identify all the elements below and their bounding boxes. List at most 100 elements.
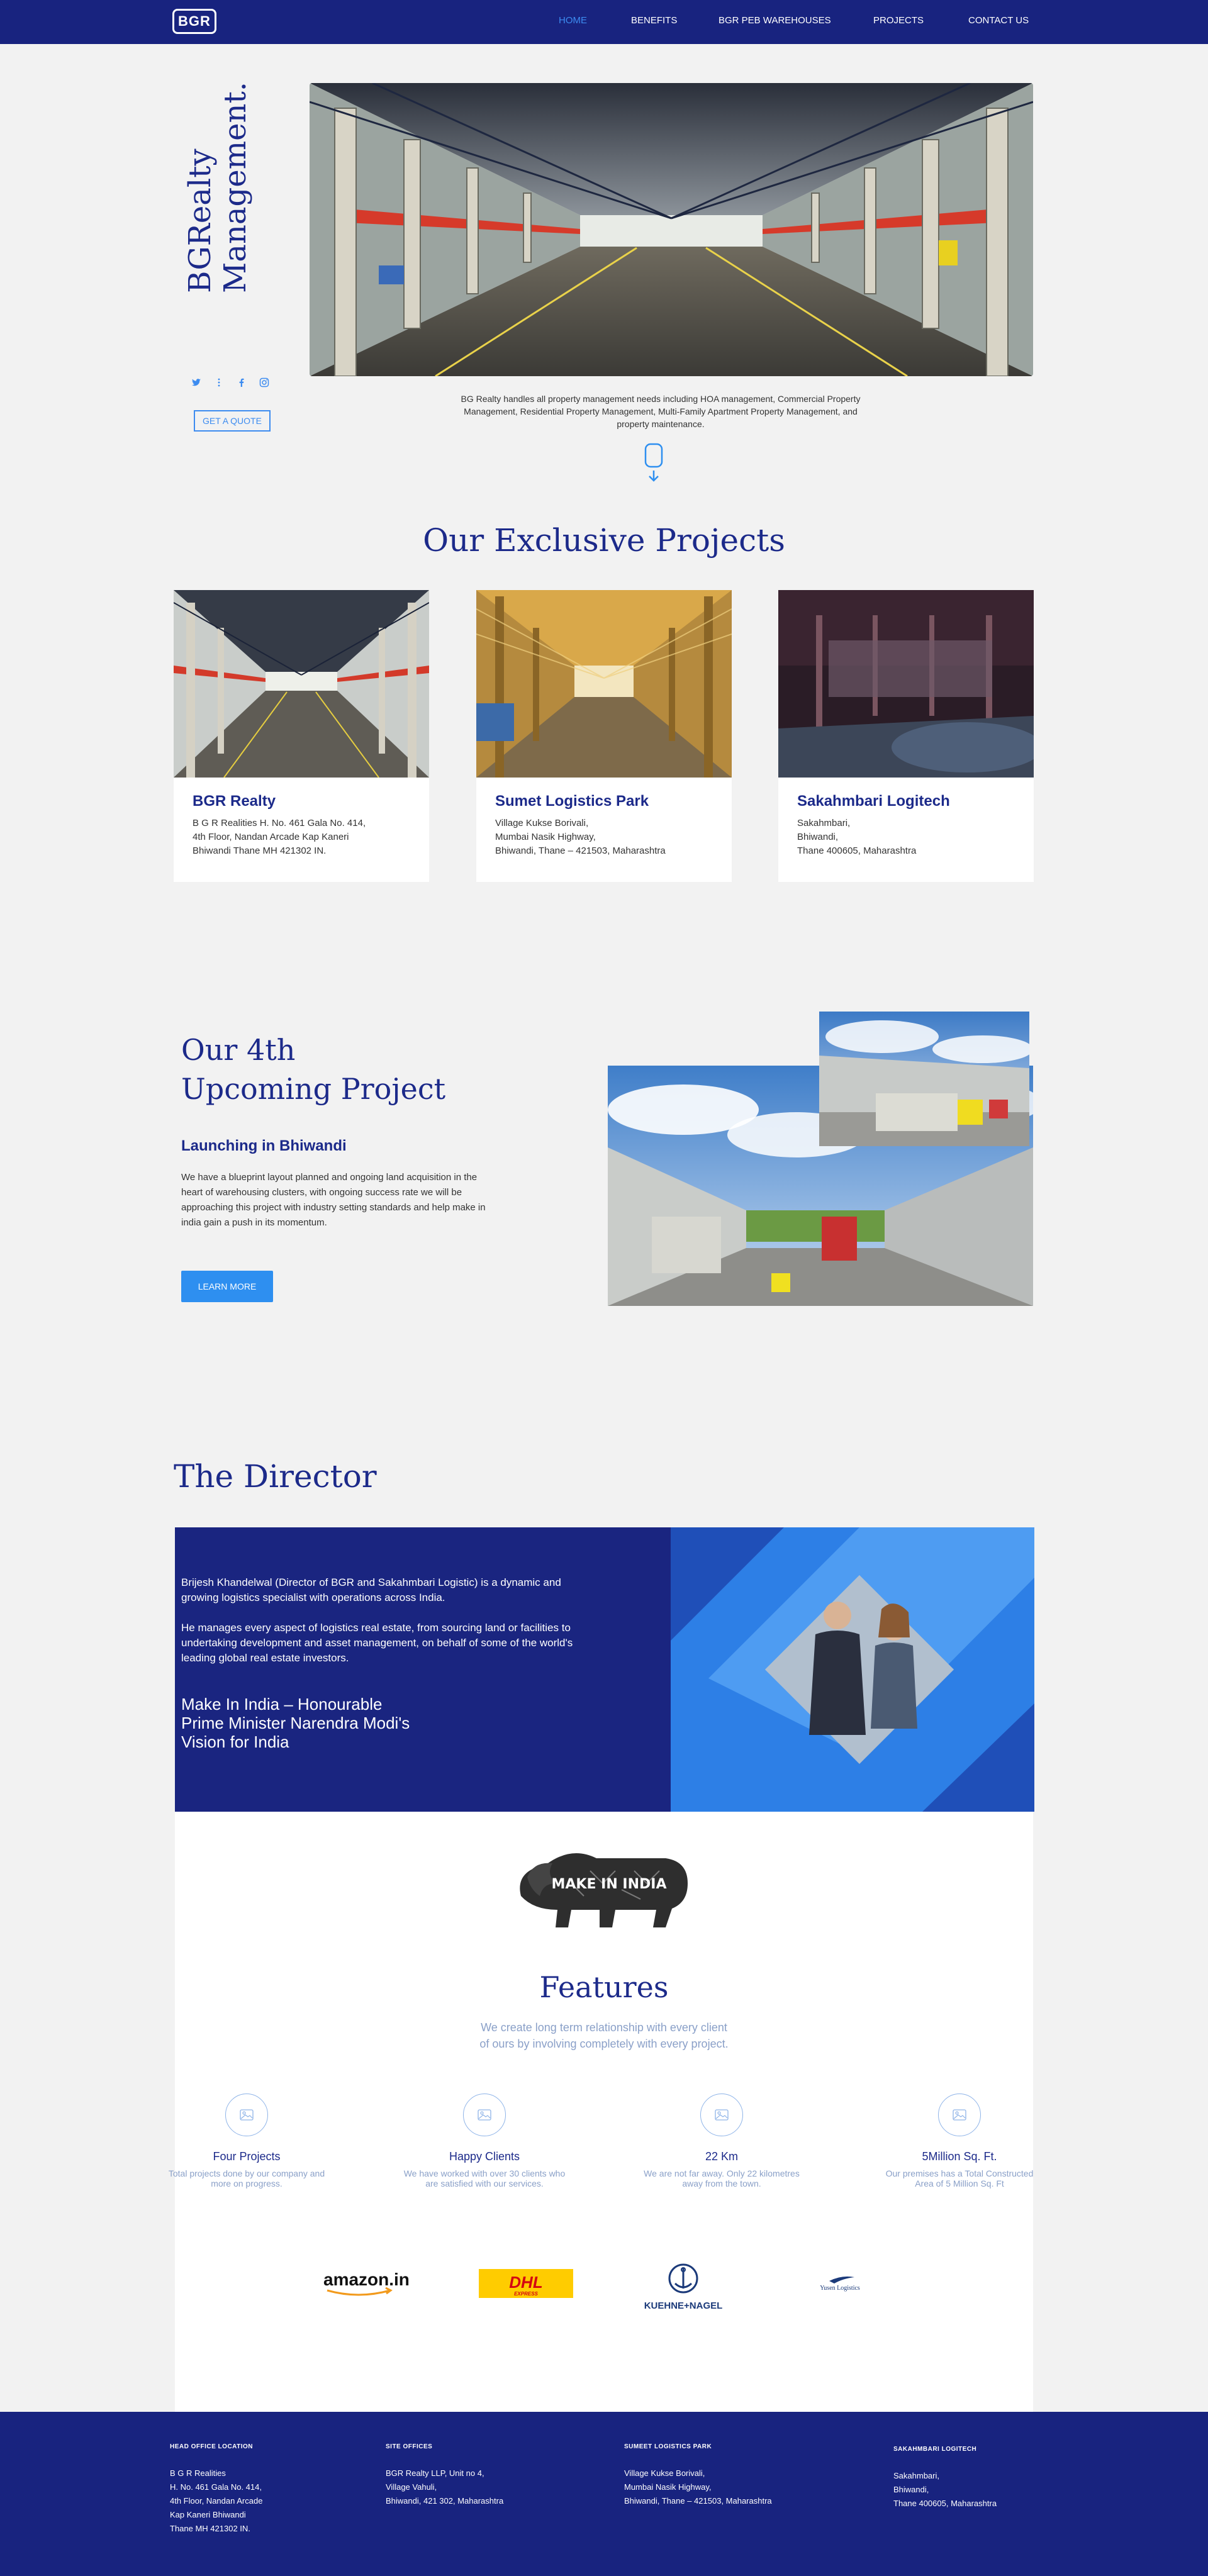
feature-description: We have worked with over 30 clients who …: [403, 2168, 566, 2188]
footer-line: BGR Realty LLP, Unit no 4,: [386, 2468, 484, 2478]
footer-line: Village Vahuli,: [386, 2482, 437, 2492]
feature-title: 22 Km: [705, 2150, 739, 2163]
project-address-line: Mumbai Nasik Highway,: [495, 832, 596, 842]
director-section-title: The Director: [174, 1458, 377, 1495]
dhl-express-text: EXPRESS: [514, 2291, 538, 2297]
footer-line: Mumbai Nasik Highway,: [624, 2482, 712, 2492]
footer-line: Kap Kaneri Bhiwandi: [170, 2510, 246, 2519]
features-subtitle: We create long term relationship with ev…: [479, 2021, 729, 2050]
footer-heading: HEAD OFFICE LOCATION: [170, 2443, 254, 2450]
kuehne-nagel-text: KUEHNE+NAGEL: [644, 2300, 723, 2311]
footer-line: B G R Realities: [170, 2468, 226, 2478]
facebook-icon[interactable]: [235, 377, 248, 390]
image-placeholder-icon: [225, 2094, 268, 2136]
project-address-line: Bhiwandi Thane MH 421302 IN.: [193, 845, 327, 856]
project-address-line: 4th Floor, Nandan Arcade Kap Kaneri: [193, 832, 349, 842]
project-title: Sakahmbari Logitech: [797, 793, 950, 810]
yusen-text: Yusen Logistics: [820, 2285, 860, 2292]
dhl-logo: DHL EXPRESS: [476, 2265, 576, 2302]
feature-5-million-sq-ft: 5Million Sq. Ft. Our premises has a Tota…: [878, 2094, 1041, 2188]
hero-title-text: BGRealty Management.: [182, 82, 253, 293]
learn-more-button[interactable]: LEARN MORE: [181, 1271, 273, 1302]
instagram-icon[interactable]: [258, 377, 271, 390]
upcoming-description: We have a blueprint layout planned and o…: [181, 1172, 486, 1228]
footer-heading: SAKAHMBARI LOGITECH: [893, 2446, 977, 2453]
project-image: [778, 590, 1034, 778]
footer-line: Village Kukse Borivali,: [624, 2468, 705, 2478]
more-vertical-icon[interactable]: [213, 377, 225, 390]
upcoming-render-image-small: [819, 1012, 1029, 1146]
amazon-logo: amazon.in: [315, 2265, 428, 2302]
upcoming-title-line: Our 4th: [181, 1033, 296, 1067]
footer-col-sakahmbari-logitech: SAKAHMBARI LOGITECH Sakahmbari, Bhiwandi…: [893, 2446, 997, 2511]
feature-four-projects: Four Projects Total projects done by our…: [165, 2094, 328, 2188]
project-card-bgr-realty[interactable]: BGR Realty B G R Realities H. No. 461 Ga…: [174, 590, 429, 882]
feature-happy-clients: Happy Clients We have worked with over 3…: [403, 2094, 566, 2188]
project-address-line: Sakahmbari,: [797, 818, 851, 828]
image-placeholder-icon: [463, 2094, 506, 2136]
yusen-logistics-logo: Yusen Logistics: [793, 2265, 887, 2302]
project-card-sakahmbari-logitech[interactable]: Sakahmbari Logitech Sakahmbari, Bhiwandi…: [778, 590, 1034, 882]
nav-projects[interactable]: PROJECTS: [873, 15, 924, 26]
projects-section-title: Our Exclusive Projects: [423, 522, 785, 559]
footer-line: Thane MH 421302 IN.: [170, 2524, 250, 2533]
footer-line: Bhiwandi,: [893, 2485, 929, 2494]
dhl-text: DHL: [509, 2273, 542, 2292]
nav-contact-us[interactable]: CONTACT US: [968, 15, 1029, 26]
project-title: Sumet Logistics Park: [495, 793, 649, 810]
launching-subtitle: Launching in Bhiwandi: [181, 1137, 347, 1154]
get-a-quote-button[interactable]: GET A QUOTE: [194, 410, 271, 432]
nav-home[interactable]: HOME: [559, 15, 587, 26]
kuehne-nagel-logo: KUEHNE+NAGEL: [627, 2263, 740, 2314]
director-bio-paragraph: Brijesh Khandelwal (Director of BGR and …: [181, 1576, 561, 1603]
features-title: Features: [539, 1970, 669, 2004]
project-image: [476, 590, 732, 778]
director-photo: [671, 1527, 1034, 1812]
make-in-india-quote: Make In India – Honourable Prime Ministe…: [181, 1695, 458, 1751]
quote-line: Make In India – Honourable: [181, 1695, 383, 1714]
footer-line: Sakahmbari,: [893, 2471, 939, 2480]
twitter-icon[interactable]: [190, 377, 203, 390]
feature-22-km: 22 Km We are not far away. Only 22 kilom…: [640, 2094, 803, 2188]
amazon-text: amazon.in: [323, 2270, 410, 2289]
upcoming-project-title: Our 4th Upcoming Project: [181, 1030, 445, 1108]
hero-warehouse-image: [310, 83, 1033, 376]
image-placeholder-icon: [700, 2094, 743, 2136]
footer-line: Bhiwandi, 421 302, Maharashtra: [386, 2496, 504, 2506]
feature-title: 5Million Sq. Ft.: [922, 2150, 997, 2163]
project-address-line: Bhiwandi, Thane – 421503, Maharashtra: [495, 845, 666, 856]
project-title: BGR Realty: [193, 793, 276, 810]
footer-col-site-offices: SITE OFFICES BGR Realty LLP, Unit no 4, …: [386, 2443, 503, 2508]
footer-line: Thane 400605, Maharashtra: [893, 2499, 997, 2508]
footer-line: H. No. 461 Gala No. 414,: [170, 2482, 262, 2492]
nav-bgr-peb-warehouses[interactable]: BGR PEB WAREHOUSES: [719, 15, 831, 26]
footer-col-head-office: HEAD OFFICE LOCATION B G R Realities H. …: [170, 2443, 262, 2536]
project-address-line: Village Kukse Borivali,: [495, 818, 589, 828]
project-card-sumet-logistics-park[interactable]: Sumet Logistics Park Village Kukse Boriv…: [476, 590, 732, 882]
image-placeholder-icon: [938, 2094, 981, 2136]
footer-heading: SUMEET LOGISTICS PARK: [624, 2443, 712, 2450]
director-bio-panel: Brijesh Khandelwal (Director of BGR and …: [175, 1527, 672, 1812]
feature-title: Four Projects: [213, 2150, 281, 2163]
scroll-down-icon[interactable]: [644, 443, 663, 483]
quote-line: Vision for India: [181, 1732, 289, 1751]
nav-benefits[interactable]: BENEFITS: [631, 15, 677, 26]
feature-description: Total projects done by our company and m…: [168, 2168, 325, 2188]
top-nav: BGR HOME BENEFITS BGR PEB WAREHOUSES PRO…: [0, 0, 1208, 44]
director-bio-paragraph: He manages every aspect of logistics rea…: [181, 1622, 573, 1664]
project-address-line: Thane 400605, Maharashtra: [797, 845, 917, 856]
quote-line: Prime Minister Narendra Modi's: [181, 1714, 410, 1732]
project-address-line: Bhiwandi,: [797, 832, 839, 842]
project-address-line: B G R Realities H. No. 461 Gala No. 414,: [193, 818, 366, 828]
footer-line: Bhiwandi, Thane – 421503, Maharashtra: [624, 2496, 772, 2506]
feature-description: We are not far away. Only 22 kilometres …: [644, 2168, 800, 2188]
logo[interactable]: BGR: [172, 9, 216, 34]
feature-title: Happy Clients: [449, 2150, 520, 2163]
project-image: [174, 590, 429, 778]
footer-heading: SITE OFFICES: [386, 2443, 433, 2450]
hero-description: BG Realty handles all property managemen…: [461, 394, 861, 429]
upcoming-title-line: Upcoming Project: [181, 1072, 446, 1106]
make-in-india-logo: MAKE IN INDIA: [508, 1839, 697, 1934]
hero-title: BGRealty Management.: [182, 82, 271, 293]
make-in-india-text: MAKE IN INDIA: [552, 1876, 667, 1892]
